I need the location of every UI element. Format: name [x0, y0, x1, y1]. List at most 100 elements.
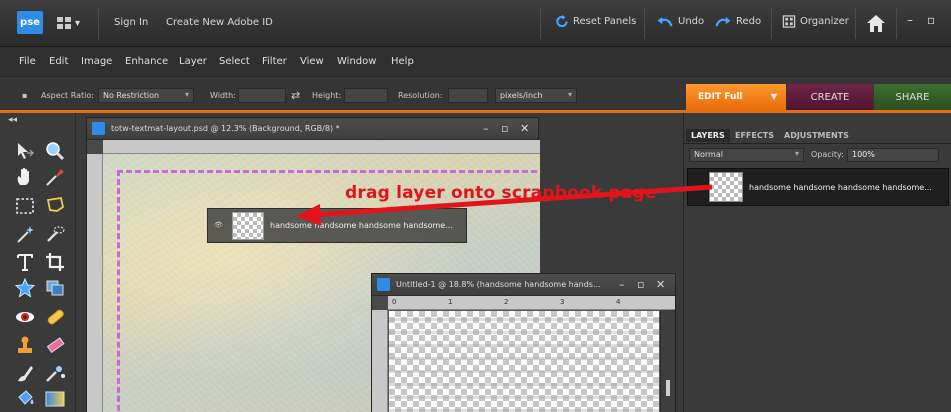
- menu-window[interactable]: Window: [337, 56, 376, 67]
- tab-layers[interactable]: LAYERS: [686, 129, 730, 142]
- menu-select[interactable]: Select: [219, 56, 250, 67]
- vertical-ruler: [372, 310, 388, 412]
- marquee-tool-icon[interactable]: [14, 195, 36, 217]
- sign-in-link[interactable]: Sign In: [114, 17, 148, 28]
- tab-adjustments[interactable]: ADJUSTMENTS: [779, 129, 854, 142]
- scrollbar-thumb[interactable]: [666, 380, 670, 396]
- width-label: Width:: [210, 91, 236, 100]
- smart-brush-tool-icon[interactable]: [44, 362, 66, 384]
- tab-edit-full[interactable]: EDIT Full ▼: [686, 84, 786, 110]
- dragged-layer-preview[interactable]: 👁 handsome handsome handsome handsome...: [207, 208, 467, 243]
- title-bar: pse ▾ Sign In Create New Adobe ID Reset …: [0, 0, 951, 47]
- opacity-label: Opacity:: [811, 150, 844, 159]
- resolution-units-select[interactable]: pixels/inch: [495, 88, 577, 103]
- menu-help[interactable]: Help: [391, 56, 414, 67]
- minimize-document-button[interactable]: –: [619, 278, 625, 291]
- resolution-label: Resolution:: [398, 91, 443, 100]
- restore-button[interactable]: ▫: [927, 13, 935, 27]
- blend-mode-select[interactable]: Normal: [689, 148, 804, 162]
- redo-icon: [715, 16, 731, 27]
- create-adobe-id-link[interactable]: Create New Adobe ID: [166, 17, 273, 28]
- blend-mode-value: Normal: [694, 150, 723, 159]
- minimize-button[interactable]: –: [907, 13, 913, 27]
- maximize-document-button[interactable]: ▫: [637, 278, 644, 291]
- width-input[interactable]: [238, 88, 286, 103]
- layer-row[interactable]: handsome handsome handsome handsome...: [687, 168, 949, 206]
- quick-selection-tool-icon[interactable]: [44, 223, 66, 245]
- tab-effects[interactable]: EFFECTS: [730, 129, 779, 142]
- menu-file[interactable]: File: [19, 56, 36, 67]
- document-title-bar[interactable]: Untitled-1 @ 18.8% (handsome handsome ha…: [372, 274, 675, 296]
- menu-filter[interactable]: Filter: [262, 56, 287, 67]
- healing-brush-tool-icon[interactable]: [44, 306, 66, 328]
- crop-tool-icon[interactable]: [44, 251, 66, 273]
- pse-logo: pse: [17, 11, 43, 34]
- swap-dimensions-icon[interactable]: ⇄: [291, 89, 300, 102]
- cookie-cutter-tool-icon[interactable]: [14, 277, 36, 299]
- undo-button[interactable]: Undo: [656, 15, 704, 28]
- eraser-tool-icon[interactable]: [44, 334, 66, 356]
- redo-button[interactable]: Redo: [714, 15, 761, 28]
- panel-tab-strip: LAYERS EFFECTS ADJUSTMENTS: [684, 127, 951, 144]
- divider: [98, 8, 99, 39]
- collapse-toolbox-button[interactable]: ◂◂: [8, 115, 17, 125]
- undo-icon: [657, 16, 673, 27]
- eyedropper-tool-icon[interactable]: [44, 166, 66, 188]
- paint-bucket-tool-icon[interactable]: [14, 388, 36, 410]
- height-input[interactable]: [344, 88, 388, 103]
- redo-label: Redo: [736, 16, 762, 27]
- ruler-mark: 3: [560, 298, 565, 306]
- type-tool-icon[interactable]: [14, 251, 36, 273]
- layer-name: handsome handsome handsome handsome...: [749, 183, 932, 192]
- organizer-icon: [782, 15, 796, 28]
- reset-icon: [556, 15, 568, 28]
- undo-label: Undo: [678, 16, 705, 27]
- photoshop-elements-window: pse ▾ Sign In Create New Adobe ID Reset …: [0, 0, 951, 412]
- layer-thumbnail: [232, 212, 264, 240]
- brush-tool-icon[interactable]: [14, 362, 36, 384]
- organizer-button[interactable]: Organizer: [782, 15, 849, 28]
- aspect-ratio-select[interactable]: No Restriction: [98, 88, 194, 103]
- minimize-document-button[interactable]: –: [483, 122, 489, 135]
- menu-image[interactable]: Image: [81, 56, 112, 67]
- home-icon[interactable]: [866, 14, 886, 33]
- divider: [644, 8, 645, 39]
- menu-view[interactable]: View: [300, 56, 324, 67]
- untitled-canvas[interactable]: [388, 310, 660, 412]
- hand-tool-icon[interactable]: [14, 166, 36, 188]
- red-eye-tool-icon[interactable]: [14, 306, 36, 328]
- menu-edit[interactable]: Edit: [49, 56, 68, 67]
- menu-layer[interactable]: Layer: [179, 56, 207, 67]
- tab-create[interactable]: CREATE: [787, 84, 873, 110]
- reset-panels-label: Reset Panels: [573, 16, 637, 27]
- close-document-button[interactable]: ✕: [656, 278, 665, 291]
- resolution-input[interactable]: [448, 88, 488, 103]
- vertical-scrollbar[interactable]: [660, 310, 675, 412]
- workspace-switch-button[interactable]: ▾: [57, 13, 91, 33]
- zoom-tool-icon[interactable]: [44, 140, 66, 162]
- close-document-button[interactable]: ✕: [520, 122, 529, 135]
- menu-enhance[interactable]: Enhance: [125, 56, 168, 67]
- divider: [896, 8, 897, 39]
- document-icon: [377, 278, 390, 291]
- move-tool-icon[interactable]: [14, 140, 36, 162]
- lasso-tool-icon[interactable]: [44, 195, 66, 217]
- ruler-mark: 4: [616, 298, 621, 306]
- magic-wand-tool-icon[interactable]: [14, 223, 36, 245]
- document-window-untitled: Untitled-1 @ 18.8% (handsome handsome ha…: [371, 273, 676, 412]
- recompose-tool-icon[interactable]: [44, 277, 66, 299]
- clone-stamp-tool-icon[interactable]: [14, 334, 36, 356]
- height-label: Height:: [312, 91, 342, 100]
- grid-icon: [57, 17, 71, 29]
- tab-share[interactable]: SHARE: [874, 84, 951, 110]
- maximize-document-button[interactable]: ▫: [501, 122, 508, 135]
- opacity-input[interactable]: 100%: [847, 148, 939, 162]
- reset-panels-button[interactable]: Reset Panels: [555, 15, 636, 28]
- gradient-tool-icon[interactable]: [44, 388, 66, 410]
- ruler-mark: 0: [392, 298, 397, 306]
- aspect-ratio-label: Aspect Ratio:: [41, 91, 94, 100]
- document-title-bar[interactable]: totw-textmat-layout.psd @ 12.3% (Backgro…: [87, 118, 538, 140]
- visibility-icon: 👁: [214, 221, 223, 229]
- annotation-text: drag layer onto scrapbook page: [345, 183, 657, 203]
- layers-panel: LAYERS EFFECTS ADJUSTMENTS Normal Opacit…: [683, 113, 951, 412]
